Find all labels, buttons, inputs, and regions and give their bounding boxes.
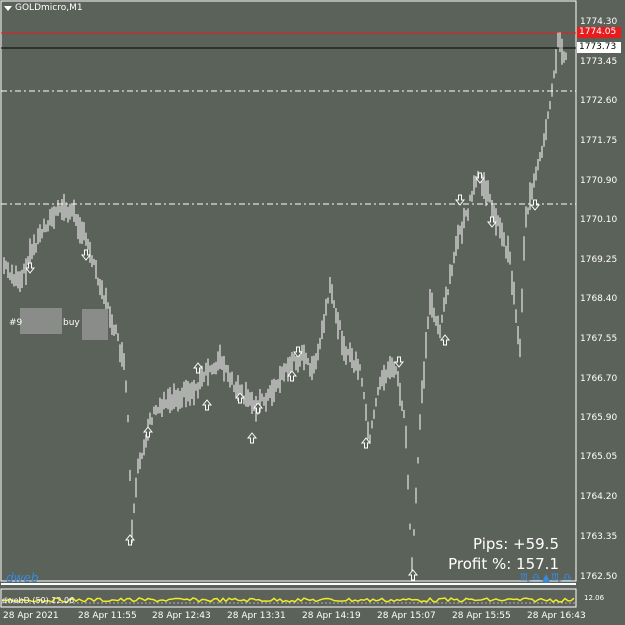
sell-arrow-icon bbox=[454, 194, 466, 206]
order-box-right[interactable] bbox=[82, 309, 108, 340]
sell-arrow-icon bbox=[80, 249, 92, 261]
buy-arrow-icon bbox=[124, 534, 136, 546]
time-label: 28 Apr 15:55 bbox=[452, 611, 511, 621]
time-label: 28 Apr 16:43 bbox=[527, 611, 586, 621]
price-label: 1769.25 bbox=[580, 255, 618, 265]
stats-panel: Pips: +59.5 Profit %: 157.1 bbox=[448, 534, 559, 574]
indicator-value: 12.06 bbox=[584, 594, 605, 602]
buy-arrow-icon bbox=[246, 432, 258, 444]
sell-arrow-icon bbox=[393, 356, 405, 368]
sell-arrow-icon bbox=[24, 262, 36, 274]
price-label: 1765.05 bbox=[580, 452, 618, 462]
time-label: 28 Apr 11:55 bbox=[78, 611, 137, 621]
indicator-title: dwebD (50) 12.06 bbox=[2, 596, 75, 605]
price-label: 1764.20 bbox=[580, 492, 618, 502]
sell-arrow-icon bbox=[486, 216, 498, 228]
buy-arrow-icon bbox=[407, 569, 419, 581]
time-label: 28 Apr 15:07 bbox=[377, 611, 436, 621]
price-label: 1763.35 bbox=[580, 532, 618, 542]
price-label: 1772.60 bbox=[580, 96, 618, 106]
time-label: 28 Apr 14:19 bbox=[302, 611, 361, 621]
ask-price-tag: 1774.05 bbox=[577, 27, 621, 38]
time-label: 28 Apr 12:43 bbox=[152, 611, 211, 621]
buy-arrow-icon bbox=[252, 402, 264, 414]
order-ticket-label: #9 bbox=[9, 318, 23, 328]
price-label: 1765.90 bbox=[580, 413, 618, 423]
time-label: 28 Apr 13:31 bbox=[227, 611, 286, 621]
price-label: 1773.45 bbox=[580, 57, 618, 67]
price-label: 1768.40 bbox=[580, 294, 618, 304]
chart-title[interactable]: GOLDmicro,M1 bbox=[4, 3, 83, 13]
buy-arrow-icon bbox=[234, 392, 246, 404]
price-label: 1767.55 bbox=[580, 334, 618, 344]
buy-arrow-icon bbox=[439, 334, 451, 346]
sell-arrow-icon bbox=[474, 172, 486, 184]
bid-price-tag: 1773.73 bbox=[577, 42, 621, 53]
chart-frame bbox=[0, 0, 577, 582]
zodiac-icons: ♏♎▲♏♎ bbox=[520, 571, 573, 584]
order-box-left[interactable] bbox=[20, 308, 62, 334]
sell-arrow-icon bbox=[529, 199, 541, 211]
price-label: 1770.10 bbox=[580, 215, 618, 225]
price-bars bbox=[3, 32, 567, 578]
order-type-label: buy bbox=[63, 318, 80, 328]
price-label: 1762.50 bbox=[580, 572, 618, 582]
buy-arrow-icon bbox=[192, 362, 204, 374]
chart-window[interactable]: GOLDmicro,M1 1774.30 1773.45 1772.60 177… bbox=[0, 0, 625, 625]
indicator-frame bbox=[0, 588, 577, 608]
price-label: 1774.30 bbox=[580, 17, 618, 27]
chevron-down-icon[interactable] bbox=[4, 5, 12, 11]
pips-value: Pips: +59.5 bbox=[472, 535, 559, 553]
buy-arrow-icon bbox=[201, 399, 213, 411]
buy-arrow-icon bbox=[286, 370, 298, 382]
symbol-label: GOLDmicro,M1 bbox=[15, 3, 83, 13]
buy-arrow-icon bbox=[360, 437, 372, 449]
brand-logo: dweb bbox=[6, 571, 39, 585]
time-label: 28 Apr 2021 bbox=[3, 611, 59, 621]
price-label: 1766.70 bbox=[580, 374, 618, 384]
price-label: 1770.90 bbox=[580, 176, 618, 186]
buy-arrow-icon bbox=[142, 426, 154, 438]
price-label: 1771.75 bbox=[580, 136, 618, 146]
sell-arrow-icon bbox=[292, 346, 304, 358]
indicator-line bbox=[1, 597, 575, 604]
